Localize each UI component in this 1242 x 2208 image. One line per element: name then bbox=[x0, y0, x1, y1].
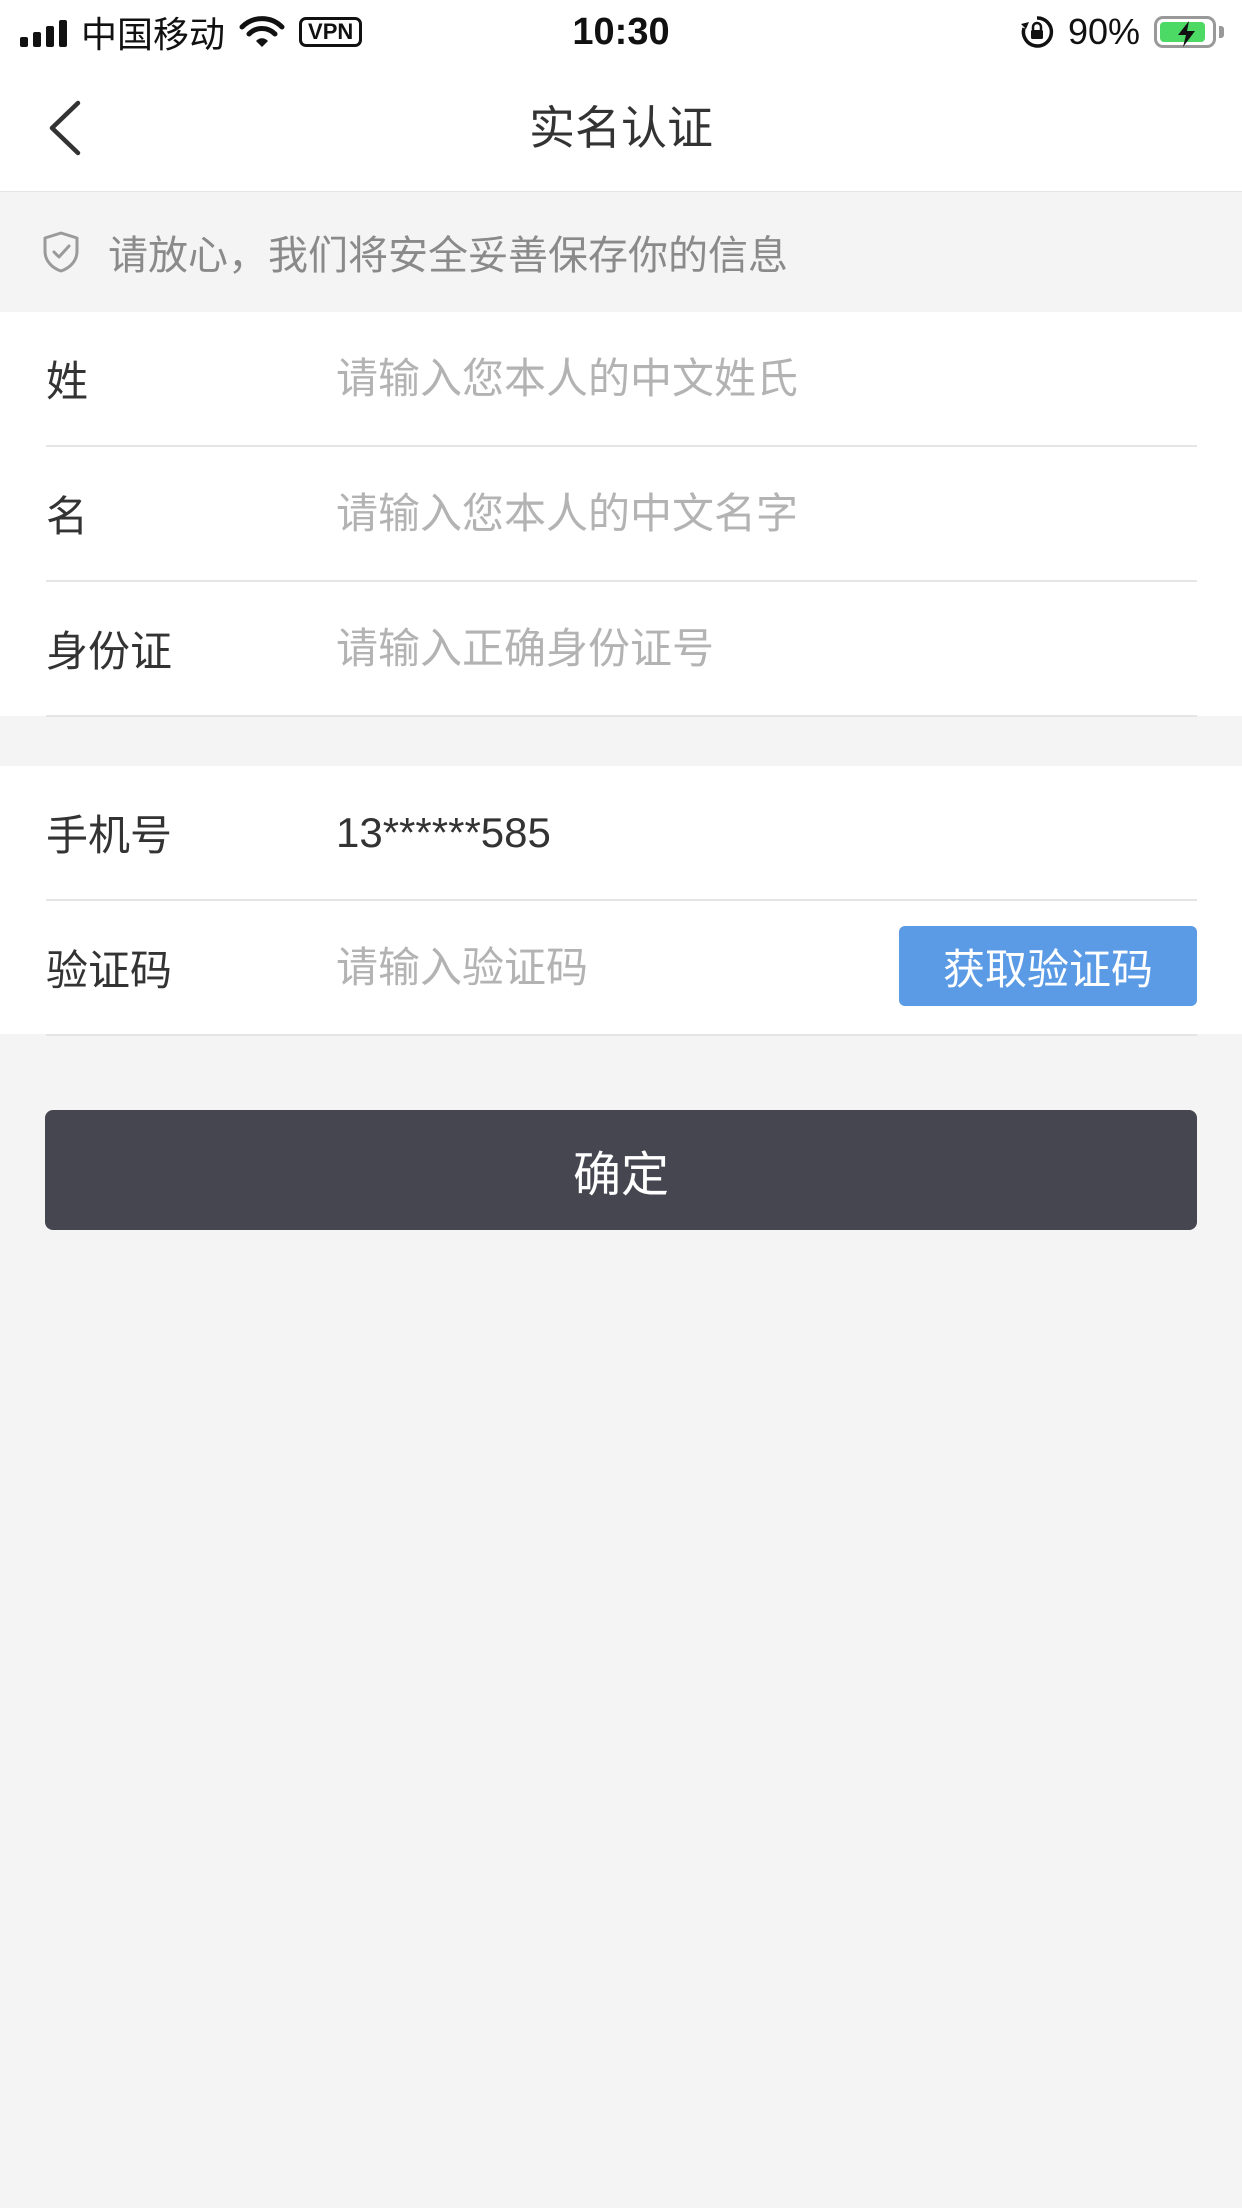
status-left: 中国移动 VPN bbox=[20, 6, 363, 58]
wifi-icon bbox=[239, 16, 285, 47]
rotation-lock-icon bbox=[1020, 16, 1054, 48]
battery-percent: 90% bbox=[1067, 11, 1140, 52]
surname-row: 姓 bbox=[46, 312, 1197, 447]
confirm-button[interactable]: 确定 bbox=[45, 1110, 1197, 1230]
code-input[interactable] bbox=[336, 943, 756, 992]
get-code-button[interactable]: 获取验证码 bbox=[899, 926, 1197, 1006]
status-right: 90% bbox=[1020, 11, 1224, 53]
given-name-row: 名 bbox=[46, 447, 1197, 582]
status-bar: 中国移动 VPN 10:30 90% bbox=[0, 0, 1242, 64]
battery-icon bbox=[1154, 16, 1224, 48]
back-button[interactable] bbox=[46, 94, 106, 162]
id-card-row: 身份证 bbox=[46, 582, 1197, 717]
signal-icon bbox=[20, 17, 67, 47]
screen: 中国移动 VPN 10:30 90% 实名认证 请放心，我们将安全妥善保存你的信… bbox=[0, 0, 1242, 2208]
surname-label: 姓 bbox=[46, 358, 89, 405]
surname-input[interactable] bbox=[336, 354, 896, 403]
phone-value: 13******585 bbox=[336, 808, 551, 856]
identity-form: 姓 名 身份证 bbox=[0, 312, 1242, 717]
given-name-label: 名 bbox=[46, 493, 89, 540]
phone-row: 手机号 13******585 bbox=[46, 766, 1197, 901]
id-card-input[interactable] bbox=[336, 624, 896, 673]
given-name-input[interactable] bbox=[336, 489, 896, 538]
verification-form: 手机号 13******585 验证码 获取验证码 bbox=[0, 766, 1242, 1036]
code-label: 验证码 bbox=[46, 947, 173, 994]
page-title: 实名认证 bbox=[529, 102, 713, 154]
notice-text: 请放心，我们将安全妥善保存你的信息 bbox=[108, 234, 788, 278]
carrier-label: 中国移动 bbox=[81, 14, 226, 55]
shield-check-icon bbox=[43, 231, 79, 273]
code-row: 验证码 获取验证码 bbox=[46, 901, 1197, 1036]
vpn-badge: VPN bbox=[299, 17, 363, 47]
id-card-label: 身份证 bbox=[46, 628, 173, 675]
chevron-left-icon bbox=[49, 100, 81, 156]
nav-bar: 实名认证 bbox=[0, 64, 1242, 192]
phone-label: 手机号 bbox=[46, 812, 173, 859]
security-notice: 请放心，我们将安全妥善保存你的信息 bbox=[0, 192, 1242, 312]
